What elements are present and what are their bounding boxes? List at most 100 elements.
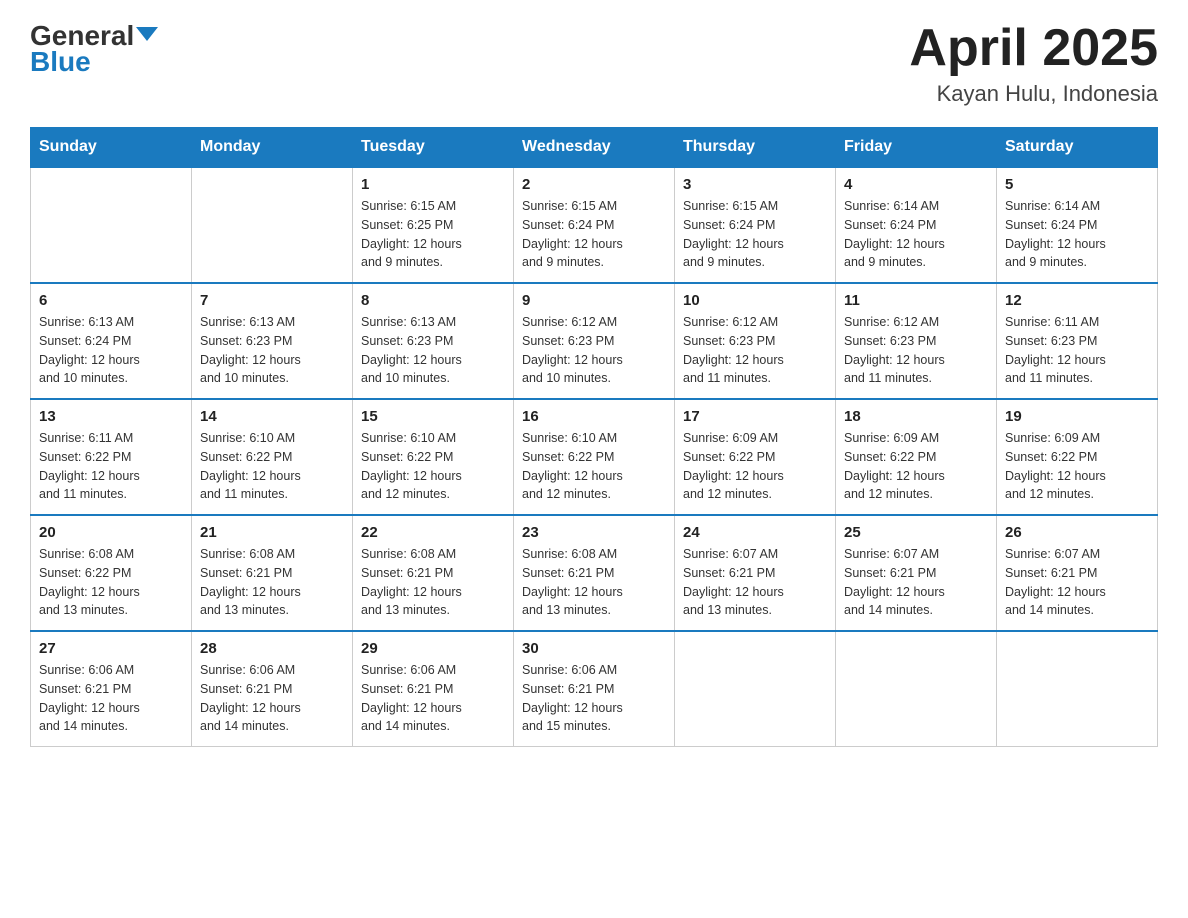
day-info: Sunrise: 6:14 AMSunset: 6:24 PMDaylight:…: [844, 197, 988, 272]
day-info: Sunrise: 6:11 AMSunset: 6:22 PMDaylight:…: [39, 429, 183, 504]
day-info: Sunrise: 6:10 AMSunset: 6:22 PMDaylight:…: [200, 429, 344, 504]
day-number: 24: [683, 524, 827, 541]
day-info: Sunrise: 6:09 AMSunset: 6:22 PMDaylight:…: [683, 429, 827, 504]
calendar-cell: 1 Sunrise: 6:15 AMSunset: 6:25 PMDaylight…: [353, 167, 514, 283]
day-number: 21: [200, 524, 344, 541]
day-number: 16: [522, 408, 666, 425]
day-number: 23: [522, 524, 666, 541]
calendar-cell: [836, 631, 997, 747]
day-info: Sunrise: 6:12 AMSunset: 6:23 PMDaylight:…: [844, 313, 988, 388]
calendar-week-row: 6Sunrise: 6:13 AMSunset: 6:24 PMDaylight…: [31, 283, 1158, 399]
day-number: 13: [39, 408, 183, 425]
day-number: 17: [683, 408, 827, 425]
calendar-cell: 4 Sunrise: 6:14 AMSunset: 6:24 PMDaylight…: [836, 167, 997, 283]
calendar-cell: 9 Sunrise: 6:12 AMSunset: 6:23 PMDaylight…: [514, 283, 675, 399]
day-number: 4: [844, 176, 988, 193]
calendar-cell: 30 Sunrise: 6:06 AMSunset: 6:21 PMDayligh…: [514, 631, 675, 747]
calendar-cell: 16 Sunrise: 6:10 AMSunset: 6:22 PMDayligh…: [514, 399, 675, 515]
day-info: Sunrise: 6:07 AMSunset: 6:21 PMDaylight:…: [683, 545, 827, 620]
day-info: Sunrise: 6:06 AMSunset: 6:21 PMDaylight:…: [200, 661, 344, 736]
day-number: 18: [844, 408, 988, 425]
calendar-cell: [192, 167, 353, 283]
calendar-cell: 6Sunrise: 6:13 AMSunset: 6:24 PMDaylight…: [31, 283, 192, 399]
day-number: 14: [200, 408, 344, 425]
col-friday: Friday: [836, 128, 997, 168]
day-number: 9: [522, 292, 666, 309]
day-number: 1: [361, 176, 505, 193]
calendar-cell: 19 Sunrise: 6:09 AMSunset: 6:22 PMDayligh…: [997, 399, 1158, 515]
day-number: 2: [522, 176, 666, 193]
calendar-week-row: 1 Sunrise: 6:15 AMSunset: 6:25 PMDaylight…: [31, 167, 1158, 283]
calendar-cell: 18Sunrise: 6:09 AMSunset: 6:22 PMDayligh…: [836, 399, 997, 515]
calendar-cell: 7 Sunrise: 6:13 AMSunset: 6:23 PMDaylight…: [192, 283, 353, 399]
day-number: 15: [361, 408, 505, 425]
title-area: April 2025 Kayan Hulu, Indonesia: [909, 20, 1158, 107]
day-info: Sunrise: 6:11 AMSunset: 6:23 PMDaylight:…: [1005, 313, 1149, 388]
calendar-cell: 14 Sunrise: 6:10 AMSunset: 6:22 PMDayligh…: [192, 399, 353, 515]
calendar-header-row: Sunday Monday Tuesday Wednesday Thursday…: [31, 128, 1158, 168]
day-info: Sunrise: 6:12 AMSunset: 6:23 PMDaylight:…: [522, 313, 666, 388]
day-info: Sunrise: 6:15 AMSunset: 6:25 PMDaylight:…: [361, 197, 505, 272]
day-number: 8: [361, 292, 505, 309]
day-number: 19: [1005, 408, 1149, 425]
day-number: 28: [200, 640, 344, 657]
col-saturday: Saturday: [997, 128, 1158, 168]
calendar-cell: 28 Sunrise: 6:06 AMSunset: 6:21 PMDayligh…: [192, 631, 353, 747]
logo-text-blue: Blue: [30, 46, 91, 78]
day-number: 27: [39, 640, 183, 657]
day-info: Sunrise: 6:06 AMSunset: 6:21 PMDaylight:…: [361, 661, 505, 736]
calendar-cell: 3 Sunrise: 6:15 AMSunset: 6:24 PMDaylight…: [675, 167, 836, 283]
calendar-cell: 15 Sunrise: 6:10 AMSunset: 6:22 PMDayligh…: [353, 399, 514, 515]
day-number: 5: [1005, 176, 1149, 193]
day-info: Sunrise: 6:07 AMSunset: 6:21 PMDaylight:…: [1005, 545, 1149, 620]
calendar-cell: 11 Sunrise: 6:12 AMSunset: 6:23 PMDayligh…: [836, 283, 997, 399]
calendar-cell: 2 Sunrise: 6:15 AMSunset: 6:24 PMDaylight…: [514, 167, 675, 283]
logo: General Blue: [30, 20, 158, 78]
day-number: 11: [844, 292, 988, 309]
calendar-cell: 29Sunrise: 6:06 AMSunset: 6:21 PMDayligh…: [353, 631, 514, 747]
calendar-cell: 13 Sunrise: 6:11 AMSunset: 6:22 PMDayligh…: [31, 399, 192, 515]
day-number: 26: [1005, 524, 1149, 541]
day-info: Sunrise: 6:10 AMSunset: 6:22 PMDaylight:…: [361, 429, 505, 504]
calendar-cell: 12 Sunrise: 6:11 AMSunset: 6:23 PMDayligh…: [997, 283, 1158, 399]
logo-triangle-icon: [136, 23, 158, 45]
day-info: Sunrise: 6:06 AMSunset: 6:21 PMDaylight:…: [522, 661, 666, 736]
day-number: 7: [200, 292, 344, 309]
calendar-cell: [675, 631, 836, 747]
calendar-cell: 8 Sunrise: 6:13 AMSunset: 6:23 PMDaylight…: [353, 283, 514, 399]
calendar-cell: 25 Sunrise: 6:07 AMSunset: 6:21 PMDayligh…: [836, 515, 997, 631]
day-number: 12: [1005, 292, 1149, 309]
day-info: Sunrise: 6:09 AMSunset: 6:22 PMDaylight:…: [1005, 429, 1149, 504]
day-info: Sunrise: 6:15 AMSunset: 6:24 PMDaylight:…: [683, 197, 827, 272]
day-info: Sunrise: 6:13 AMSunset: 6:23 PMDaylight:…: [361, 313, 505, 388]
page-header: General Blue April 2025 Kayan Hulu, Indo…: [30, 20, 1158, 107]
day-info: Sunrise: 6:08 AMSunset: 6:21 PMDaylight:…: [522, 545, 666, 620]
day-info: Sunrise: 6:13 AMSunset: 6:24 PMDaylight:…: [39, 313, 183, 388]
day-number: 25: [844, 524, 988, 541]
day-number: 10: [683, 292, 827, 309]
day-info: Sunrise: 6:08 AMSunset: 6:22 PMDaylight:…: [39, 545, 183, 620]
calendar-cell: 17 Sunrise: 6:09 AMSunset: 6:22 PMDayligh…: [675, 399, 836, 515]
day-number: 20: [39, 524, 183, 541]
day-info: Sunrise: 6:10 AMSunset: 6:22 PMDaylight:…: [522, 429, 666, 504]
day-info: Sunrise: 6:08 AMSunset: 6:21 PMDaylight:…: [200, 545, 344, 620]
calendar-cell: 10Sunrise: 6:12 AMSunset: 6:23 PMDayligh…: [675, 283, 836, 399]
calendar-week-row: 13 Sunrise: 6:11 AMSunset: 6:22 PMDayligh…: [31, 399, 1158, 515]
day-number: 3: [683, 176, 827, 193]
calendar-cell: 22Sunrise: 6:08 AMSunset: 6:21 PMDayligh…: [353, 515, 514, 631]
day-info: Sunrise: 6:06 AMSunset: 6:21 PMDaylight:…: [39, 661, 183, 736]
day-info: Sunrise: 6:14 AMSunset: 6:24 PMDaylight:…: [1005, 197, 1149, 272]
day-info: Sunrise: 6:13 AMSunset: 6:23 PMDaylight:…: [200, 313, 344, 388]
day-info: Sunrise: 6:07 AMSunset: 6:21 PMDaylight:…: [844, 545, 988, 620]
calendar-week-row: 27 Sunrise: 6:06 AMSunset: 6:21 PMDayligh…: [31, 631, 1158, 747]
day-info: Sunrise: 6:15 AMSunset: 6:24 PMDaylight:…: [522, 197, 666, 272]
col-thursday: Thursday: [675, 128, 836, 168]
calendar-cell: 26 Sunrise: 6:07 AMSunset: 6:21 PMDayligh…: [997, 515, 1158, 631]
calendar-cell: 27 Sunrise: 6:06 AMSunset: 6:21 PMDayligh…: [31, 631, 192, 747]
day-number: 30: [522, 640, 666, 657]
calendar-cell: 23 Sunrise: 6:08 AMSunset: 6:21 PMDayligh…: [514, 515, 675, 631]
calendar-cell: 21 Sunrise: 6:08 AMSunset: 6:21 PMDayligh…: [192, 515, 353, 631]
col-sunday: Sunday: [31, 128, 192, 168]
calendar-table: Sunday Monday Tuesday Wednesday Thursday…: [30, 127, 1158, 747]
calendar-title: April 2025: [909, 20, 1158, 77]
